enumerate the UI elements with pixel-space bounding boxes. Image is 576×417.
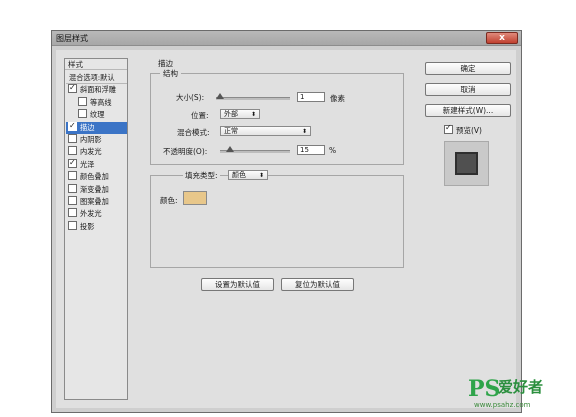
fill-type-select[interactable]: 颜色 ⬍ xyxy=(228,170,268,180)
style-item[interactable]: 图案叠加 xyxy=(66,196,127,208)
style-item[interactable]: 外发光 xyxy=(66,208,127,220)
style-item-label: 投影 xyxy=(80,222,95,231)
color-label: 颜色: xyxy=(160,196,178,205)
fill-group xyxy=(150,175,404,268)
blend-mode-label: 混合模式: xyxy=(177,128,210,137)
preview-swatch xyxy=(455,152,478,175)
size-slider-thumb[interactable] xyxy=(216,93,224,99)
style-item[interactable]: 渐变叠加 xyxy=(66,184,127,196)
style-item[interactable]: 等高线 xyxy=(66,97,127,109)
size-input[interactable]: 1 xyxy=(297,92,325,102)
style-item-label: 光泽 xyxy=(80,160,95,169)
style-checkbox[interactable] xyxy=(68,208,77,217)
style-item-label: 纹理 xyxy=(90,110,105,119)
opacity-unit: % xyxy=(329,146,337,155)
size-slider-track[interactable] xyxy=(216,97,290,100)
ok-button[interactable]: 确定 xyxy=(425,62,511,75)
position-select[interactable]: 外部 ⬍ xyxy=(220,109,260,119)
style-item[interactable]: 光泽 xyxy=(66,157,127,171)
style-checkbox[interactable] xyxy=(68,120,77,132)
preview-checkbox[interactable]: 预览(V) xyxy=(442,123,482,136)
style-checkbox[interactable] xyxy=(68,134,77,143)
style-item-label: 等高线 xyxy=(90,98,112,107)
style-item[interactable]: 颜色叠加 xyxy=(66,171,127,183)
opacity-input[interactable]: 15 xyxy=(297,145,325,155)
fill-type-updown-icon: ⬍ xyxy=(258,172,264,179)
size-unit: 像素 xyxy=(330,94,345,103)
cancel-button[interactable]: 取消 xyxy=(425,83,511,96)
new-style-button[interactable]: 新建样式(W)... xyxy=(425,104,511,117)
position-label: 位置: xyxy=(191,111,209,120)
blend-mode-select[interactable]: 正常 ⬍ xyxy=(220,126,311,136)
style-item-label: 颜色叠加 xyxy=(80,172,109,181)
style-checkbox[interactable] xyxy=(68,146,77,155)
stroke-color-swatch[interactable] xyxy=(183,191,207,205)
watermark-logo: PS xyxy=(468,376,501,402)
style-checkbox[interactable] xyxy=(68,157,77,169)
style-item[interactable]: 投影 xyxy=(66,221,127,233)
opacity-label: 不透明度(O): xyxy=(163,147,208,156)
title-bar[interactable] xyxy=(52,31,521,46)
watermark-text: 爱好者 xyxy=(498,378,544,396)
style-checkbox[interactable] xyxy=(68,82,77,94)
style-item-label: 外发光 xyxy=(80,209,102,218)
fill-type-value: 颜色 xyxy=(232,171,246,179)
style-checkbox[interactable] xyxy=(68,221,77,230)
style-item-label: 图案叠加 xyxy=(80,197,109,206)
style-checkbox[interactable] xyxy=(68,196,77,205)
style-checkbox[interactable] xyxy=(78,97,87,106)
close-icon: x xyxy=(499,33,505,43)
set-default-button[interactable]: 设置为默认值 xyxy=(201,278,274,291)
styles-panel-header: 样式 xyxy=(65,59,127,70)
position-updown-icon: ⬍ xyxy=(250,111,256,118)
reset-default-button[interactable]: 复位为默认值 xyxy=(281,278,354,291)
style-item[interactable]: 描边 xyxy=(66,120,127,134)
structure-group-title: 结构 xyxy=(160,68,181,79)
style-item-label: 斜面和浮雕 xyxy=(80,85,116,94)
style-item[interactable]: 斜面和浮雕 xyxy=(66,82,127,96)
window-title: 图层样式 xyxy=(56,34,88,43)
style-item-label: 内阴影 xyxy=(80,135,102,144)
preview-check-icon xyxy=(444,123,453,134)
position-value: 外部 xyxy=(224,110,238,118)
watermark-url: www.psahz.com xyxy=(474,401,531,409)
blend-mode-updown-icon: ⬍ xyxy=(301,128,307,135)
preview-label: 预览(V) xyxy=(456,126,482,135)
fill-type-label: 填充类型: xyxy=(183,170,220,181)
style-item-label: 内发光 xyxy=(80,147,102,156)
style-checkbox[interactable] xyxy=(68,171,77,180)
style-checkbox[interactable] xyxy=(68,184,77,193)
style-item-label: 渐变叠加 xyxy=(80,185,109,194)
opacity-slider-thumb[interactable] xyxy=(226,146,234,152)
blend-mode-value: 正常 xyxy=(224,127,238,135)
style-item[interactable]: 内阴影 xyxy=(66,134,127,146)
size-label: 大小(S): xyxy=(176,93,205,102)
style-item-label: 描边 xyxy=(80,123,95,132)
style-checkbox[interactable] xyxy=(78,109,87,118)
style-item-label: 混合选项:默认 xyxy=(69,73,115,82)
close-button[interactable]: x xyxy=(486,32,518,44)
